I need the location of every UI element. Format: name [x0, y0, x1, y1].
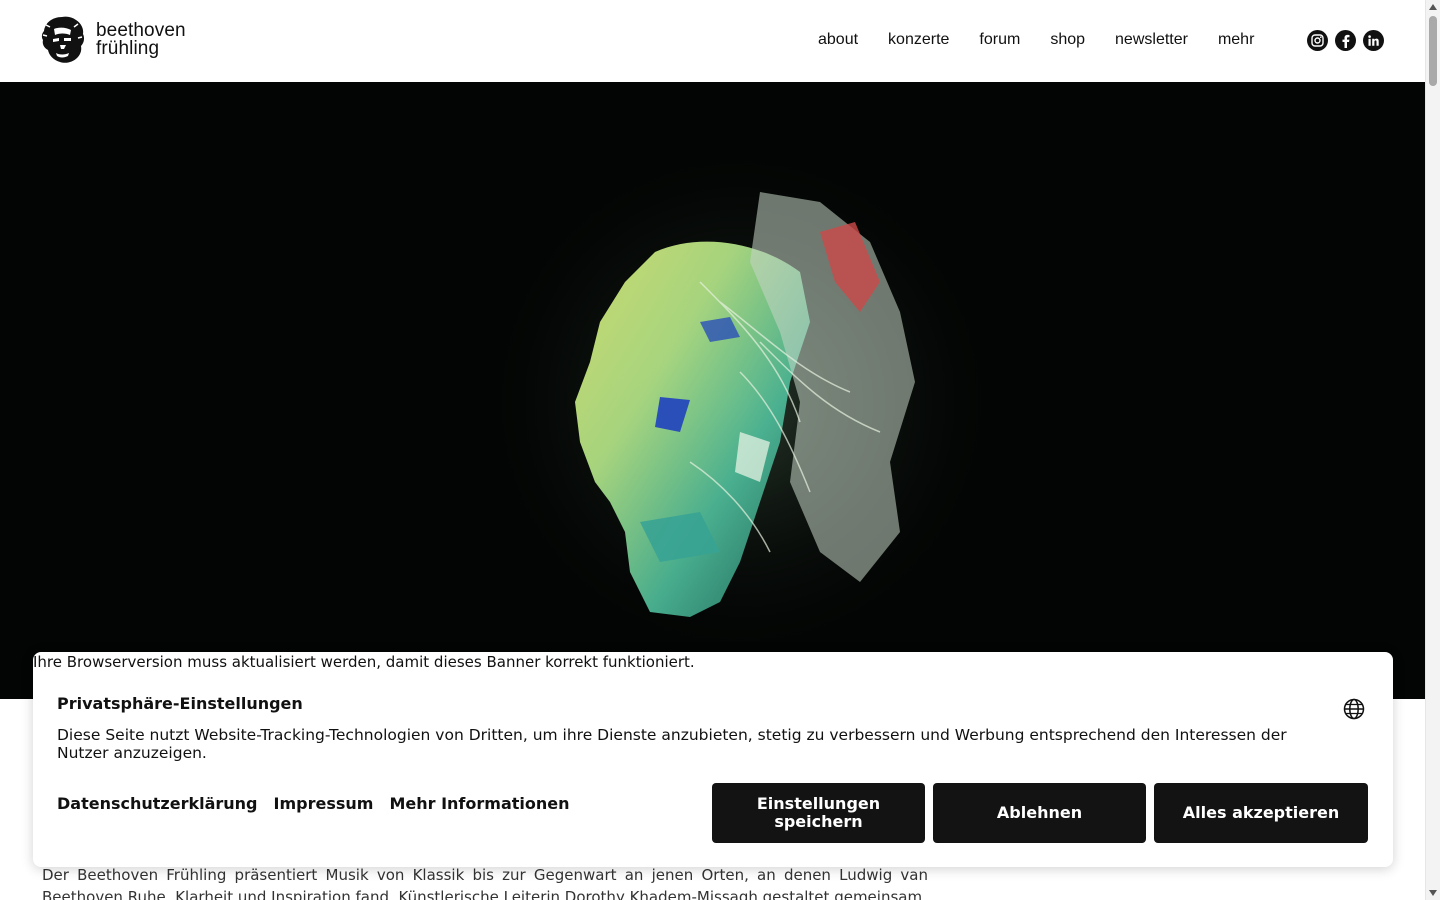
linkedin-icon[interactable] — [1363, 30, 1384, 51]
facebook-icon[interactable] — [1335, 30, 1356, 51]
logo-text-line2: frühling — [96, 38, 160, 59]
social-links — [1307, 30, 1384, 51]
site-header: beethoven frühling about konzerte forum … — [0, 0, 1425, 82]
logo-text: beethoven frühling — [96, 21, 186, 59]
language-globe-icon[interactable] — [1343, 698, 1365, 720]
hero-projection-image — [480, 142, 1000, 662]
nav-mehr[interactable]: mehr — [1218, 30, 1254, 50]
nav-forum[interactable]: forum — [979, 30, 1020, 50]
intro-paragraph: Der Beethoven Frühling präsentiert Musik… — [42, 866, 928, 900]
decline-button[interactable]: Ablehnen — [933, 783, 1146, 843]
scroll-down-arrow-icon[interactable] — [1429, 890, 1437, 896]
scroll-up-arrow-icon[interactable] — [1429, 4, 1437, 10]
hero-video[interactable] — [0, 82, 1425, 699]
imprint-link[interactable]: Impressum — [274, 794, 374, 813]
logo[interactable]: beethoven frühling — [40, 14, 200, 66]
cookie-banner-title: Privatsphäre-Einstellungen — [57, 694, 303, 713]
save-settings-button[interactable]: Einstellungen speichern — [712, 783, 925, 843]
accept-all-button[interactable]: Alles akzeptieren — [1154, 783, 1368, 843]
scrollbar-thumb[interactable] — [1429, 16, 1437, 86]
nav-about[interactable]: about — [818, 30, 858, 50]
cookie-banner-links: Datenschutzerklärung Impressum Mehr Info… — [57, 794, 570, 813]
cookie-banner: Privatsphäre-Einstellungen Diese Seite n… — [33, 652, 1393, 867]
instagram-icon[interactable] — [1307, 30, 1328, 51]
beethoven-head-logo-icon — [41, 16, 85, 63]
nav-konzerte[interactable]: konzerte — [888, 30, 949, 50]
page-scrollbar[interactable] — [1425, 0, 1440, 900]
nav-shop[interactable]: shop — [1050, 30, 1085, 50]
more-info-link[interactable]: Mehr Informationen — [389, 794, 569, 813]
main-nav: about konzerte forum shop newsletter meh… — [818, 30, 1284, 50]
cookie-banner-description: Diese Seite nutzt Website-Tracking-Techn… — [57, 726, 1287, 762]
privacy-policy-link[interactable]: Datenschutzerklärung — [57, 794, 258, 813]
nav-newsletter[interactable]: newsletter — [1115, 30, 1188, 50]
browser-warning-text: Ihre Browserversion muss aktualisiert we… — [33, 653, 695, 671]
